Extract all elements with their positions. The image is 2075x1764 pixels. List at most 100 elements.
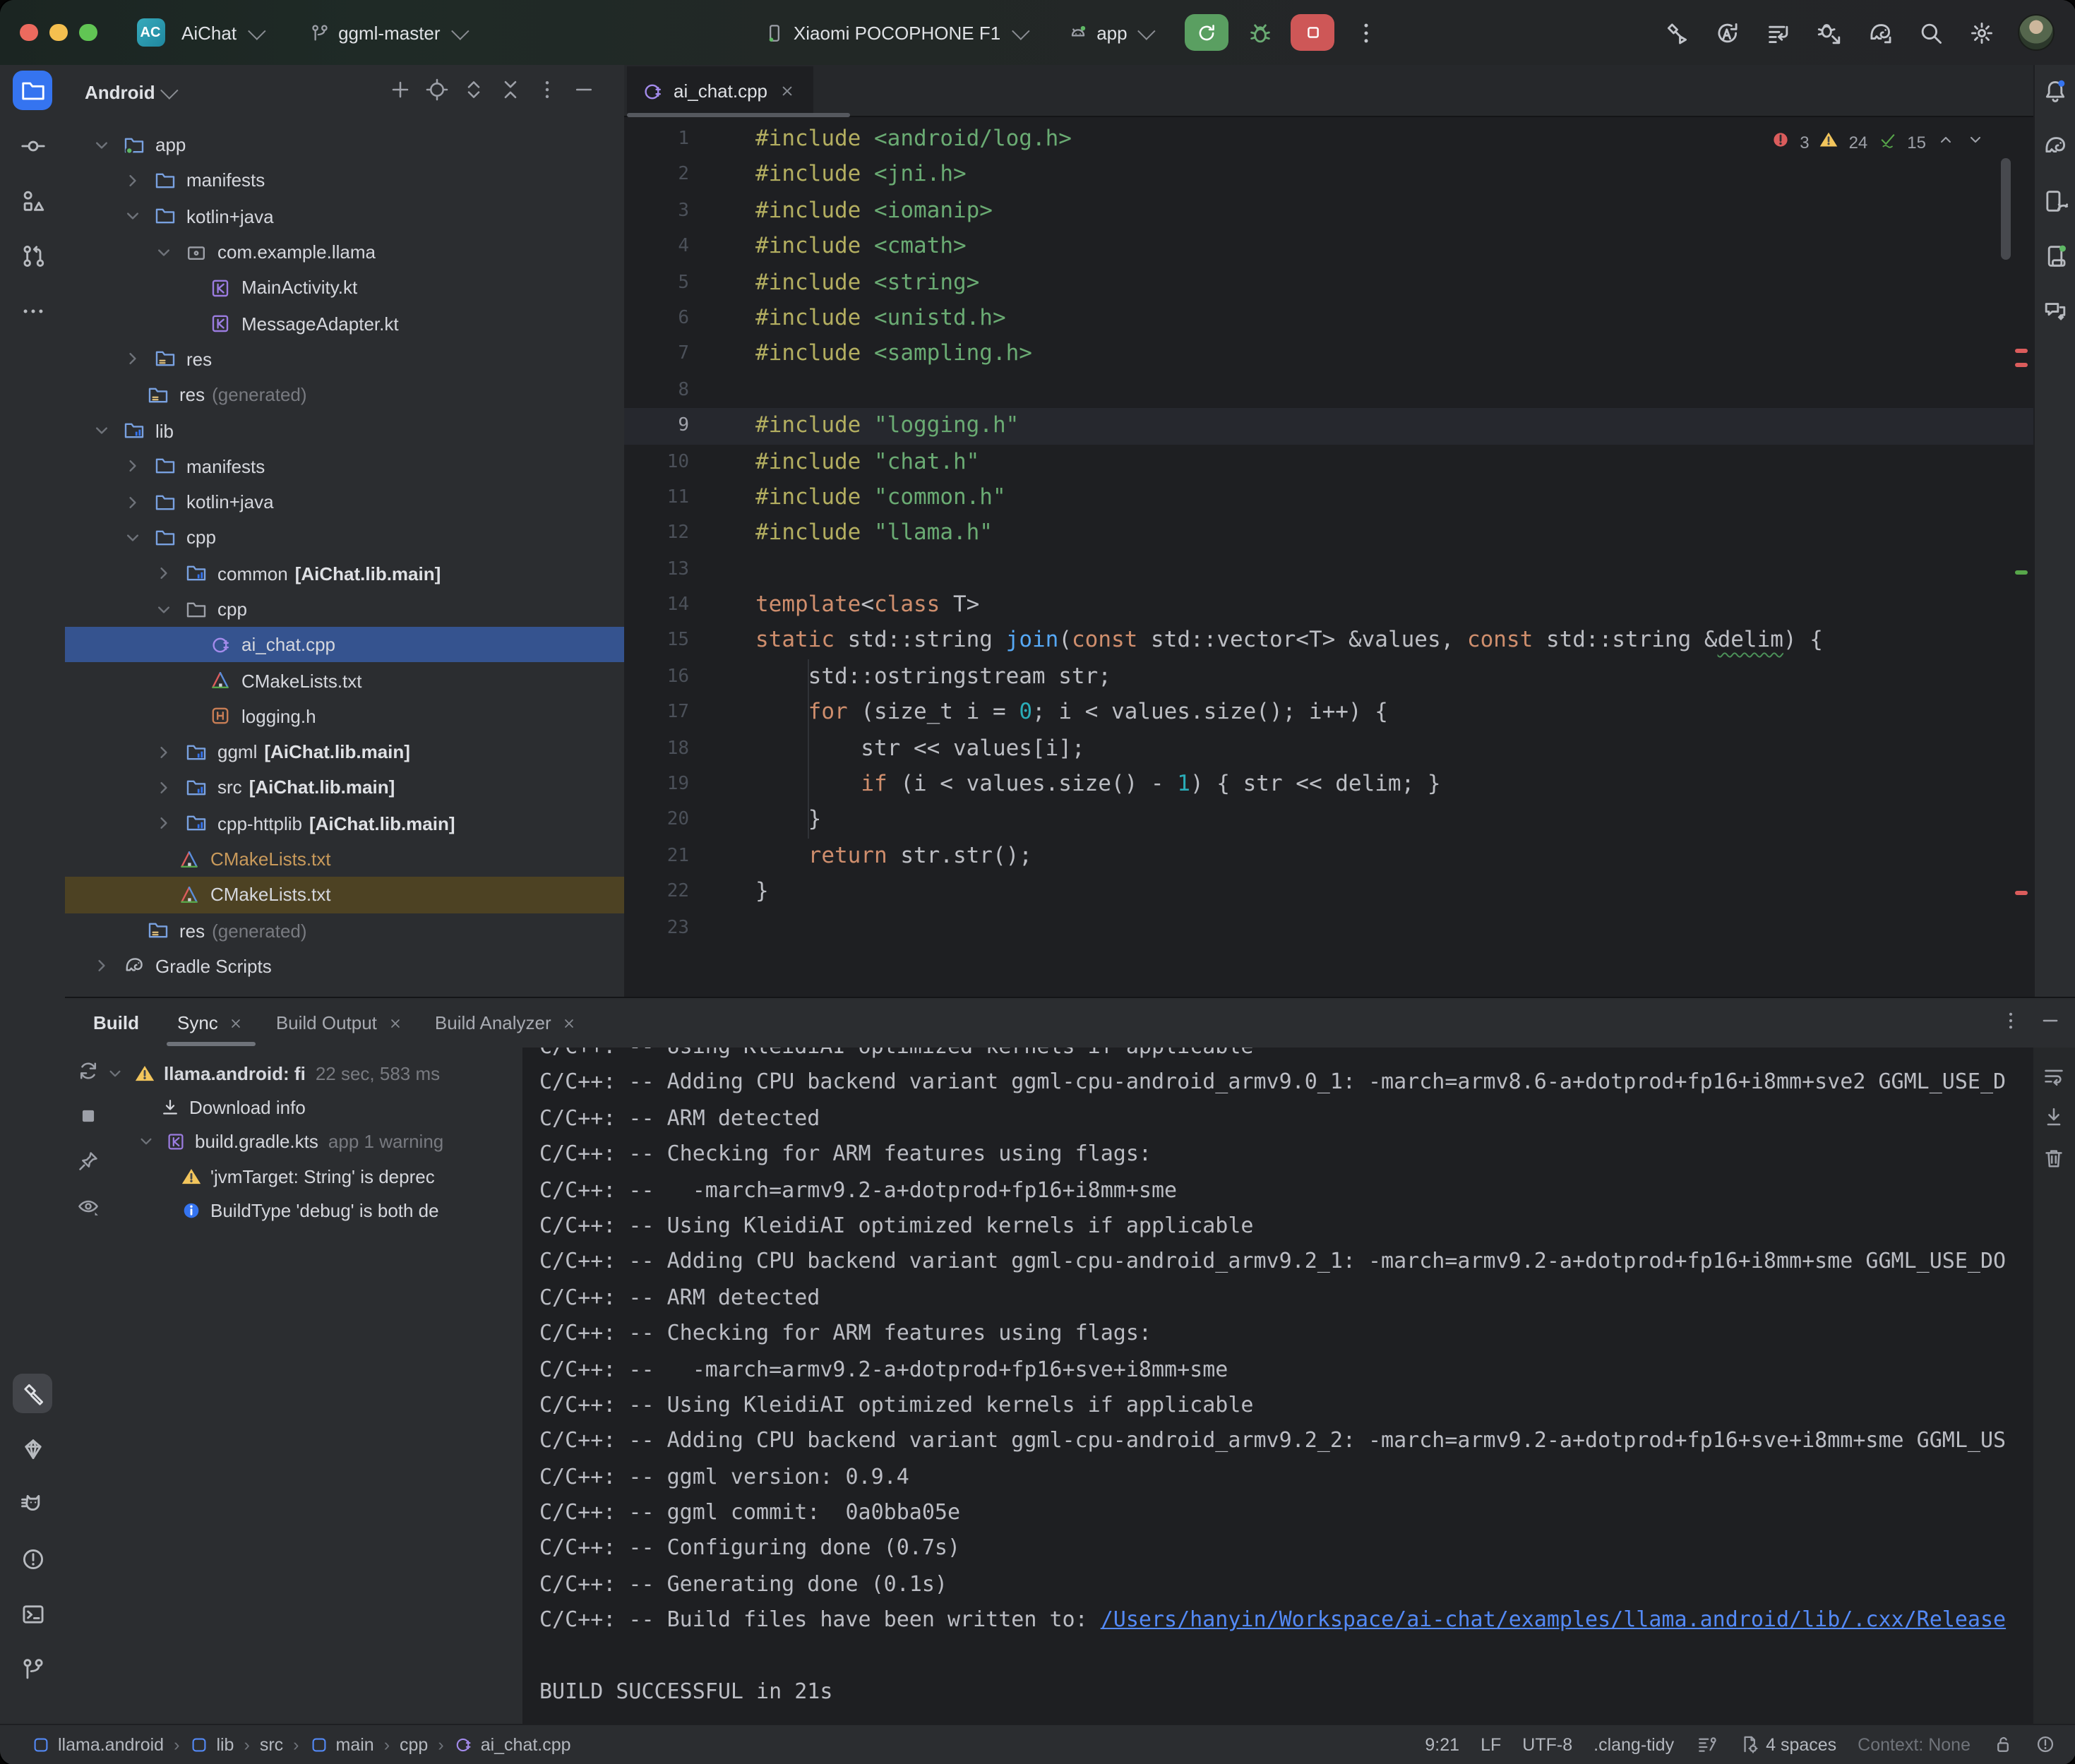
expand-all-button[interactable]	[462, 78, 486, 106]
close-icon[interactable]	[561, 1014, 578, 1031]
tree-item-cmakelists-txt[interactable]: CMakeLists.txt	[65, 663, 624, 699]
tree-item-manifests[interactable]: manifests	[65, 448, 624, 484]
tree-item-res[interactable]: res(generated)	[65, 913, 624, 949]
minus-button[interactable]	[572, 78, 596, 106]
tool-structure-button[interactable]	[13, 181, 52, 220]
pin-button[interactable]	[76, 1149, 100, 1180]
tree-item-res[interactable]: res(generated)	[65, 377, 624, 413]
status-context-none[interactable]: Context: None	[1858, 1735, 1971, 1755]
device-selector[interactable]: Xiaomi POCOPHONE F1	[755, 18, 1033, 47]
locate-button[interactable]	[425, 78, 449, 106]
filter-eye-button[interactable]	[76, 1194, 100, 1225]
tool-commit-button[interactable]	[13, 126, 52, 165]
analysis-stripe-mark[interactable]	[2015, 363, 2028, 367]
plus-button[interactable]	[388, 78, 412, 106]
build-tree-item-download-info[interactable]: Download info	[99, 1091, 522, 1125]
tree-item-manifests[interactable]: manifests	[65, 163, 624, 199]
tree-item-res[interactable]: res	[65, 342, 624, 378]
tree-item-lib[interactable]: lib	[65, 413, 624, 449]
status-4-spaces[interactable]: 4 spaces	[1738, 1734, 1836, 1756]
code-editor[interactable]: 1#include <android/log.h>2#include <jni.…	[624, 116, 2033, 997]
tool-logcat-button[interactable]	[13, 1484, 52, 1523]
scroll-end-button[interactable]	[2043, 1105, 2067, 1136]
tree-item-mainactivity-kt[interactable]: MainActivity.kt	[65, 270, 624, 306]
gradle-sync-button[interactable]	[1860, 14, 1900, 51]
breadcrumb-llama-android[interactable]: llama.android	[31, 1735, 164, 1755]
tool-notifications-button[interactable]	[2040, 76, 2071, 104]
status-clang-tidy[interactable]: .clang-tidy	[1593, 1735, 1674, 1755]
minimize-window-button[interactable]	[49, 24, 67, 42]
minus-button[interactable]	[2038, 1009, 2061, 1036]
status-lf[interactable]: LF	[1481, 1735, 1501, 1755]
close-tab-icon[interactable]	[777, 82, 796, 100]
next-problem-icon[interactable]	[1966, 130, 1985, 154]
rerun-button[interactable]	[76, 1059, 100, 1090]
settings-button[interactable]	[1962, 14, 2002, 51]
breadcrumb-cpp[interactable]: cpp	[400, 1735, 428, 1755]
analysis-stripe-mark[interactable]	[2015, 349, 2028, 353]
breadcrumb-ai-chat-cpp[interactable]: ai_chat.cpp	[454, 1735, 571, 1755]
tool-terminal-button[interactable]	[13, 1594, 52, 1633]
project-selector[interactable]: AC AiChat	[128, 14, 269, 51]
run-config-selector[interactable]: app	[1058, 18, 1159, 47]
tree-item-com-example-llama[interactable]: com.example.llama	[65, 234, 624, 270]
status-utf-8[interactable]: UTF-8	[1522, 1735, 1572, 1755]
tool-aqi-diamond-button[interactable]	[13, 1429, 52, 1468]
kebab-button[interactable]	[1999, 1009, 2021, 1036]
tool-build-hammer-button[interactable]	[13, 1374, 52, 1413]
attach-debugger-button[interactable]	[1810, 14, 1849, 51]
build-tab-sync[interactable]: Sync	[162, 998, 261, 1048]
tool-vcs-branch-button[interactable]	[13, 1649, 52, 1688]
build-tree-item-llama-android-fi[interactable]: llama.android: fi22 sec, 583 ms	[99, 1056, 522, 1091]
run-more-options-button[interactable]	[1346, 14, 1386, 51]
tool-problems-button[interactable]	[13, 1539, 52, 1578]
collapse-all-button[interactable]	[498, 78, 522, 106]
console-link[interactable]: /Users/hanyin/Workspace/ai-chat/examples…	[1101, 1607, 2006, 1633]
editor-scrollbar[interactable]	[2001, 158, 2011, 260]
tree-item-messageadapter-kt[interactable]: MessageAdapter.kt	[65, 306, 624, 342]
build-tree-item-build-gradle-kts[interactable]: build.gradle.ktsapp 1 warning	[99, 1124, 522, 1159]
breadcrumb-src[interactable]: src	[260, 1735, 283, 1755]
tree-item-kotlin-java[interactable]: kotlin+java	[65, 198, 624, 234]
tree-item-gradle-scripts[interactable]: Gradle Scripts	[65, 949, 624, 985]
tree-item-src[interactable]: src[AiChat.lib.main]	[65, 770, 624, 806]
run-button[interactable]	[1185, 14, 1229, 51]
status-formatter[interactable]	[1695, 1734, 1716, 1756]
analysis-stripe-mark[interactable]	[2015, 891, 2028, 895]
tree-item-cpp-httplib[interactable]: cpp-httplib[AiChat.lib.main]	[65, 805, 624, 841]
inspections-widget[interactable]: 3 24 15	[1770, 130, 1985, 154]
stop-button[interactable]	[1291, 14, 1335, 51]
build-tab-build-analyzer[interactable]: Build Analyzer	[419, 998, 594, 1048]
project-view-selector[interactable]: Android	[85, 81, 155, 102]
tool-gemini-button[interactable]	[2040, 296, 2071, 325]
zoom-window-button[interactable]	[79, 24, 97, 42]
debug-button[interactable]	[1240, 14, 1280, 51]
editor-tab-ai-chat-cpp[interactable]: ai_chat.cpp	[627, 66, 813, 116]
close-window-button[interactable]	[20, 24, 37, 42]
kebab-button[interactable]	[535, 78, 559, 106]
build-tree-item-jvmtarget-string-is-deprec[interactable]: 'jvmTarget: String' is deprec	[99, 1159, 522, 1194]
build-tree-item-buildtype-debug-is-both-de[interactable]: BuildType 'debug' is both de	[99, 1193, 522, 1228]
stop-grey-button[interactable]	[76, 1104, 100, 1135]
status-excl-circle[interactable]	[2034, 1734, 2055, 1756]
tool-device-manager-button[interactable]	[2040, 186, 2071, 215]
trash-button[interactable]	[2043, 1146, 2067, 1177]
tool-gradle-button[interactable]	[2040, 131, 2071, 160]
branch-selector[interactable]: ggml-master	[300, 18, 473, 47]
status-9-21[interactable]: 9:21	[1425, 1735, 1459, 1755]
user-avatar[interactable]	[2019, 14, 2055, 51]
tree-item-kotlin-java[interactable]: kotlin+java	[65, 484, 624, 520]
tree-item-common[interactable]: common[AiChat.lib.main]	[65, 556, 624, 592]
build-tab-build-output[interactable]: Build Output	[261, 998, 419, 1048]
tree-item-logging-h[interactable]: logging.h	[65, 699, 624, 735]
tool-project-button[interactable]	[13, 71, 52, 110]
breadcrumb-lib[interactable]: lib	[189, 1735, 234, 1755]
tree-item-cpp[interactable]: cpp	[65, 592, 624, 628]
status-unlock[interactable]	[1992, 1734, 2013, 1756]
tree-item-cpp[interactable]: cpp	[65, 520, 624, 556]
close-icon[interactable]	[228, 1014, 245, 1031]
tree-item-cmakelists-txt[interactable]: CMakeLists.txt	[65, 841, 624, 877]
sync-lines-button[interactable]	[1759, 14, 1798, 51]
search-button[interactable]	[1911, 14, 1951, 51]
tool-more-h-button[interactable]	[13, 291, 52, 330]
